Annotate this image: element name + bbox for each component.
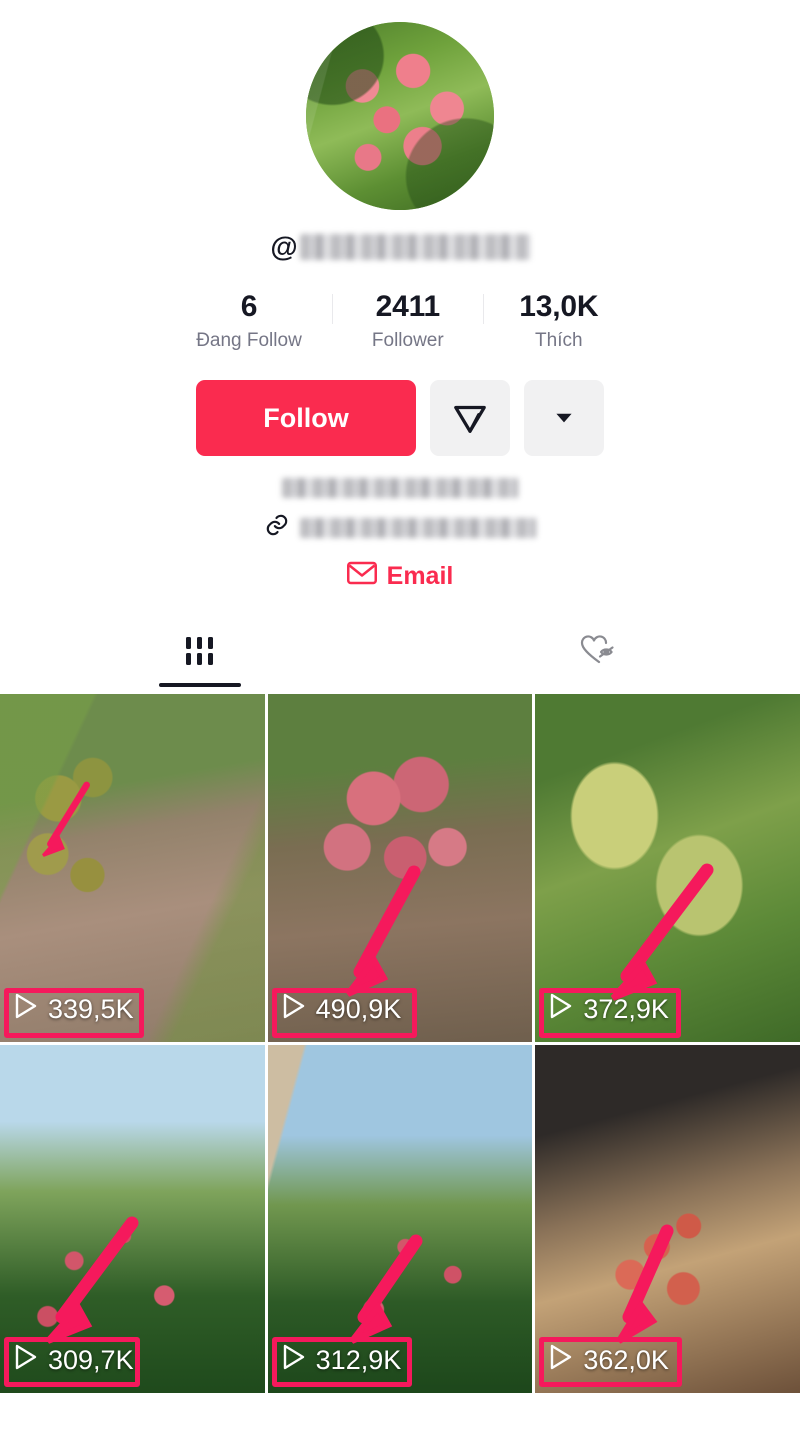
- video-thumbnail: [267, 694, 533, 1042]
- play-icon: [282, 1344, 306, 1377]
- chevron-down-icon: [551, 404, 577, 433]
- view-count: 339,5K: [48, 994, 134, 1024]
- video-cell[interactable]: 490,9K: [267, 694, 533, 1042]
- play-icon: [14, 993, 38, 1026]
- username-row: @: [270, 230, 530, 264]
- bio-row: [282, 478, 518, 498]
- tab-liked-underline: [559, 683, 641, 687]
- profile-link-row[interactable]: [264, 512, 536, 543]
- action-buttons: Follow: [196, 380, 604, 456]
- handle-at-symbol: @: [270, 231, 298, 262]
- play-icon: [14, 1344, 38, 1377]
- view-count-group: 339,5K: [14, 993, 134, 1026]
- profile-header: @ 6 Đang Follow 2411 Follower 13,0K Thíc…: [0, 0, 800, 592]
- view-count: 490,9K: [315, 994, 402, 1024]
- stat-followers[interactable]: 2411 Follower: [333, 290, 483, 352]
- video-thumbnail: [535, 1045, 800, 1393]
- play-icon: [282, 993, 306, 1026]
- followers-count: 2411: [375, 290, 440, 323]
- video-cell[interactable]: 362,0K: [535, 1045, 800, 1393]
- view-count-group: 490,9K: [282, 993, 402, 1026]
- view-count-group: 309,7K: [14, 1344, 134, 1377]
- video-thumbnail: [0, 694, 265, 1042]
- bio-text-redacted: [282, 478, 518, 498]
- stat-following[interactable]: 6 Đang Follow: [166, 290, 332, 352]
- stat-likes[interactable]: 13,0K Thích: [484, 290, 634, 352]
- envelope-icon: [346, 561, 377, 592]
- video-cell[interactable]: 312,9K: [267, 1045, 533, 1393]
- likes-label: Thích: [535, 330, 583, 351]
- tiktok-profile-screen: @ 6 Đang Follow 2411 Follower 13,0K Thíc…: [0, 0, 800, 1445]
- play-icon: [549, 993, 573, 1026]
- username-redacted: [299, 234, 530, 260]
- view-count: 312,9K: [315, 1345, 402, 1375]
- video-grid: 339,5K 490,9K 372,9K 309,7K 312,9K 362,0…: [0, 694, 800, 1393]
- follow-button[interactable]: Follow: [196, 380, 416, 456]
- following-count: 6: [240, 290, 258, 323]
- likes-count: 13,0K: [519, 290, 599, 323]
- avatar[interactable]: [306, 22, 494, 210]
- view-count: 372,9K: [583, 994, 669, 1024]
- send-message-icon: [451, 398, 489, 439]
- tab-liked-private[interactable]: [400, 626, 800, 687]
- profile-link-redacted: [300, 517, 536, 538]
- view-count-group: 362,0K: [549, 1344, 669, 1377]
- view-count-group: 372,9K: [549, 993, 669, 1026]
- view-count-group: 312,9K: [282, 1344, 402, 1377]
- tab-videos[interactable]: [0, 626, 400, 687]
- tab-videos-underline: [159, 683, 241, 687]
- stats-row: 6 Đang Follow 2411 Follower 13,0K Thích: [166, 290, 634, 352]
- lychee-photo-avatar: [306, 22, 494, 210]
- heart-eye-off-icon: [579, 634, 621, 671]
- profile-tabs: [0, 626, 800, 688]
- video-thumbnail: [535, 694, 800, 1042]
- email-button[interactable]: Email: [346, 561, 454, 592]
- video-cell[interactable]: 309,7K: [0, 1045, 265, 1393]
- play-icon: [549, 1344, 573, 1377]
- view-count: 362,0K: [583, 1345, 669, 1375]
- more-options-button[interactable]: [524, 380, 604, 456]
- video-thumbnail: [0, 1045, 265, 1393]
- grid-icon: [183, 636, 217, 671]
- link-icon: [264, 512, 290, 543]
- view-count: 309,7K: [48, 1345, 134, 1375]
- email-label: Email: [386, 562, 454, 590]
- video-thumbnail: [267, 1045, 533, 1393]
- share-profile-button[interactable]: [430, 380, 510, 456]
- followers-label: Follower: [371, 330, 444, 351]
- video-cell[interactable]: 339,5K: [0, 694, 265, 1042]
- video-cell[interactable]: 372,9K: [535, 694, 800, 1042]
- following-label: Đang Follow: [196, 330, 302, 351]
